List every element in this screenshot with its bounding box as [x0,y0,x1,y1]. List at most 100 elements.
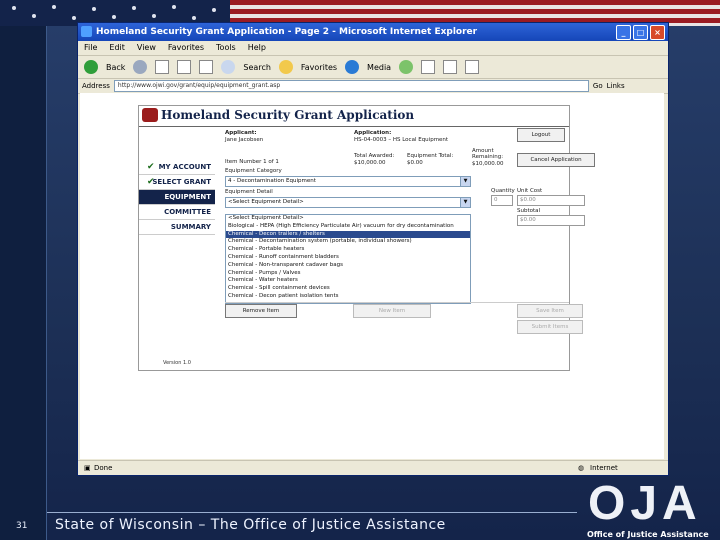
footer-text: State of Wisconsin – The Office of Justi… [55,517,446,533]
logout-button[interactable]: Logout [517,128,565,142]
mail-icon[interactable] [421,60,436,74]
address-bar: Address http://www.ojwi.gov/grant/equip/… [78,79,668,94]
favorites-icon[interactable] [278,60,293,74]
search-label[interactable]: Search [243,63,270,72]
window-title: Homeland Security Grant Application - Pa… [96,27,478,37]
application-label: Application: [354,130,392,136]
new-item-button[interactable]: New Item [353,304,431,318]
chevron-down-icon[interactable]: ▼ [460,198,470,207]
quantity-label: Quantity [491,188,515,194]
menu-edit[interactable]: Edit [109,41,125,55]
unit-cost-label: Unit Cost [517,188,543,194]
remove-item-button[interactable]: Remove Item [225,304,297,318]
back-icon[interactable] [84,60,98,74]
page-content: Homeland Security Grant Application ✔ MY … [80,93,664,459]
subtotal-field: $0.00 [517,215,585,226]
nav-label: MY ACCOUNT [158,163,211,171]
refresh-icon[interactable] [177,60,192,74]
oja-logo: OJA [588,477,702,530]
favorites-label[interactable]: Favorites [301,63,337,72]
nav-committee[interactable]: COMMITTEE [139,205,215,220]
menu-favorites[interactable]: Favorites [168,41,204,55]
nav-equipment[interactable]: EQUIPMENT [139,190,215,205]
amount-remaining-label: Amount Remaining: [472,148,504,160]
nav-my-account[interactable]: ✔ MY ACCOUNT [139,160,215,175]
detail-value: <Select Equipment Detail> [228,199,304,205]
slide-number: 31 [16,521,28,531]
category-value: 4 - Decontamination Equipment [228,178,316,184]
address-label: Address [82,82,110,90]
window-titlebar[interactable]: Homeland Security Grant Application - Pa… [78,23,668,41]
list-option-selected[interactable]: Chemical - Decon trailers / shelters [226,230,470,239]
equipment-total-label: Equipment Total: [407,153,454,159]
unit-cost-input[interactable]: $0.00 [517,195,585,206]
nav-label: COMMITTEE [164,208,211,216]
total-awarded-value: $10,000.00 [354,160,386,166]
amount-remaining-value: $10,000.00 [472,161,504,167]
menu-tools[interactable]: Tools [216,41,236,55]
category-select[interactable]: 4 - Decontamination Equipment ▼ [225,176,471,187]
edit-icon[interactable] [465,60,480,74]
address-input[interactable]: http://www.ojwi.gov/grant/equip/equipmen… [113,80,589,92]
equipment-detail-list[interactable]: <Select Equipment Detail> Biological - H… [225,214,471,304]
list-option[interactable]: Chemical - Decon patient isolation tents [226,293,470,301]
menu-bar: File Edit View Favorites Tools Help [78,41,668,56]
list-option[interactable]: Chemical - Portable heaters [226,246,470,254]
application-value: HS-04-0003 – HS Local Equipment [354,137,449,143]
links-label[interactable]: Links [607,82,625,90]
search-icon[interactable] [221,60,236,74]
back-label[interactable]: Back [106,63,125,72]
list-option[interactable]: Chemical - Spill containment devices [226,285,470,293]
list-option[interactable]: <Select Equipment Detail> [226,215,470,223]
list-option[interactable]: Chemical - Runoff containment bladders [226,254,470,262]
side-nav: ✔ MY ACCOUNT ✔ SELECT GRANT EQUIPMENT COMM… [139,160,215,235]
nav-label: SUMMARY [170,223,211,231]
logo-icon [142,108,158,122]
menu-view[interactable]: View [137,41,156,55]
browser-window: Homeland Security Grant Application - Pa… [77,22,669,476]
grant-application: Homeland Security Grant Application ✔ MY … [138,105,595,371]
app-header: Homeland Security Grant Application [139,106,569,127]
go-button[interactable]: Go [593,82,603,90]
nav-summary[interactable]: SUMMARY [139,220,215,235]
media-icon[interactable] [345,60,360,74]
divider [225,302,569,303]
chevron-down-icon[interactable]: ▼ [460,177,470,186]
submit-items-button[interactable]: Submit Items [517,320,583,334]
maximize-button[interactable]: □ [633,25,648,40]
ie-icon [81,26,92,37]
status-bar: ▣ Done ◍ Internet [78,460,668,475]
status-text: Done [94,464,113,472]
home-icon[interactable] [199,60,214,74]
menu-file[interactable]: File [84,41,97,55]
page-icon: ▣ [84,464,91,472]
nav-label: SELECT GRANT [152,178,211,186]
save-item-button[interactable]: Save Item [517,304,583,318]
quantity-input[interactable]: 0 [491,195,513,206]
list-option[interactable]: Chemical - Non-transparent cadaver bags [226,262,470,270]
minimize-button[interactable]: _ [616,25,631,40]
equipment-total-value: $0.00 [407,160,423,166]
toolbar: Back Search Favorites Media [78,56,668,79]
stop-icon[interactable] [155,60,170,74]
left-stripe [0,26,47,540]
detail-select[interactable]: <Select Equipment Detail> ▼ [225,197,471,208]
forward-icon[interactable] [133,60,148,74]
list-option[interactable]: Chemical - Pumps / Valves [226,270,470,278]
version-text: Version 1.0 [163,360,191,366]
menu-help[interactable]: Help [248,41,266,55]
close-button[interactable]: × [650,25,665,40]
media-label[interactable]: Media [367,63,391,72]
item-number: Item Number 1 of 1 [225,159,279,165]
nav-select-grant[interactable]: ✔ SELECT GRANT [139,175,215,190]
applicant-value: Jane Jacobsen [225,137,264,143]
print-icon[interactable] [443,60,458,74]
list-option[interactable]: Chemical - Water heaters [226,277,470,285]
list-option[interactable]: Chemical - Decontamination system (porta… [226,238,470,246]
oja-subtitle: Office of Justice Assistance [587,530,709,539]
cancel-application-button[interactable]: Cancel Application [517,153,595,167]
category-label: Equipment Category [225,168,282,174]
history-icon[interactable] [399,60,414,74]
check-icon: ✔ [147,162,155,172]
list-option[interactable]: Biological - HEPA (High Efficiency Parti… [226,223,470,231]
